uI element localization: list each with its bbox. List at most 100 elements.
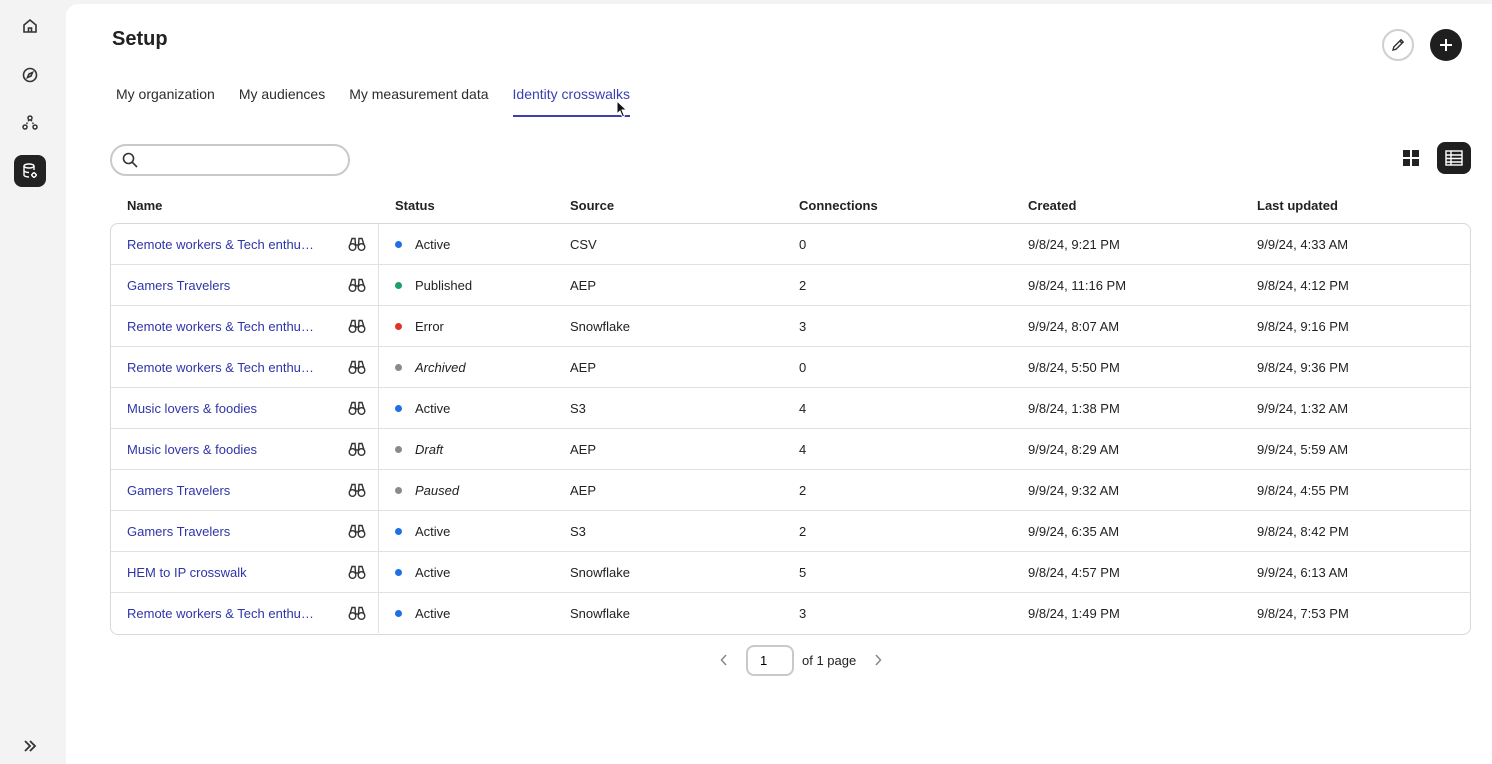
created-cell: 9/8/24, 11:16 PM bbox=[1028, 277, 1127, 293]
connections-cell: 3 bbox=[799, 605, 807, 621]
table-row[interactable]: Music lovers & foodies Active S3 4 9/8/24, 1… bbox=[111, 388, 1470, 429]
status-cell: Active bbox=[395, 224, 450, 264]
connections-cell: 4 bbox=[799, 441, 807, 457]
chevrons-right-icon[interactable] bbox=[14, 730, 46, 762]
binoculars-icon[interactable] bbox=[348, 277, 366, 293]
header-created[interactable]: Created bbox=[1028, 198, 1076, 213]
connections-cell: 0 bbox=[799, 236, 807, 252]
tab-identity-crosswalks[interactable]: Identity crosswalks bbox=[512, 86, 631, 117]
binoculars-icon[interactable] bbox=[348, 605, 366, 621]
updated-cell: 9/8/24, 8:42 PM bbox=[1257, 523, 1349, 539]
updated-cell: 9/9/24, 6:13 AM bbox=[1257, 564, 1349, 580]
crosswalk-name-link[interactable]: Remote workers & Tech enthus... bbox=[127, 360, 317, 375]
plus-icon bbox=[1440, 39, 1452, 51]
status-dot bbox=[395, 322, 402, 330]
binoculars-icon[interactable] bbox=[348, 523, 366, 539]
name-cell: Gamers Travelers bbox=[111, 265, 379, 305]
mouse-cursor-icon bbox=[616, 100, 628, 118]
pencil-icon bbox=[1392, 38, 1405, 51]
table-row[interactable]: HEM to IP crosswalk Active Snowflake 5 9/8/2… bbox=[111, 552, 1470, 593]
created-cell: 9/8/24, 5:50 PM bbox=[1028, 359, 1120, 375]
status-cell: Active bbox=[395, 388, 450, 428]
crosswalk-name-link[interactable]: Music lovers & foodies bbox=[127, 442, 257, 457]
crosswalk-name-link[interactable]: Remote workers & Tech enthus... bbox=[127, 319, 317, 334]
connections-cell: 3 bbox=[799, 318, 807, 334]
table-header: Name Status Source Connections Created L… bbox=[110, 198, 1471, 218]
connections-cell: 5 bbox=[799, 564, 807, 580]
status-cell: Published bbox=[395, 265, 472, 305]
table-view-button[interactable] bbox=[1437, 142, 1471, 174]
crosswalk-name-link[interactable]: HEM to IP crosswalk bbox=[127, 565, 247, 580]
tab-my-audiences[interactable]: My audiences bbox=[239, 86, 325, 116]
created-cell: 9/9/24, 8:07 AM bbox=[1028, 318, 1120, 334]
grid-icon bbox=[1403, 150, 1419, 166]
created-cell: 9/9/24, 8:29 AM bbox=[1028, 441, 1120, 457]
name-cell: Remote workers & Tech enthus... bbox=[111, 224, 379, 264]
created-cell: 9/9/24, 6:35 AM bbox=[1028, 523, 1120, 539]
home-icon[interactable] bbox=[14, 10, 46, 42]
status-label: Active bbox=[415, 400, 451, 416]
source-cell: AEP bbox=[570, 359, 597, 375]
binoculars-icon[interactable] bbox=[348, 400, 366, 416]
grid-view-button[interactable] bbox=[1395, 142, 1427, 174]
status-label: Draft bbox=[415, 441, 444, 457]
crosswalk-name-link[interactable]: Gamers Travelers bbox=[127, 278, 230, 293]
binoculars-icon[interactable] bbox=[348, 318, 366, 334]
status-dot bbox=[395, 281, 402, 289]
header-status[interactable]: Status bbox=[395, 198, 435, 213]
binoculars-icon[interactable] bbox=[348, 236, 366, 252]
updated-cell: 9/8/24, 9:16 PM bbox=[1257, 318, 1349, 334]
compass-icon[interactable] bbox=[14, 59, 46, 91]
prev-page-icon[interactable] bbox=[716, 652, 732, 668]
binoculars-icon[interactable] bbox=[348, 482, 366, 498]
binoculars-icon[interactable] bbox=[348, 441, 366, 457]
created-cell: 9/8/24, 1:49 PM bbox=[1028, 605, 1120, 621]
status-dot bbox=[395, 486, 402, 494]
source-cell: Snowflake bbox=[570, 605, 630, 621]
table-row[interactable]: Remote workers & Tech enthus... Active CSV… bbox=[111, 224, 1470, 265]
source-cell: CSV bbox=[570, 236, 597, 252]
binoculars-icon[interactable] bbox=[348, 359, 366, 375]
page-title: Setup bbox=[112, 28, 168, 50]
crosswalk-name-link[interactable]: Remote workers & Tech enthus... bbox=[127, 237, 317, 252]
nodes-icon[interactable] bbox=[14, 107, 46, 139]
table-row[interactable]: Remote workers & Tech enthus... Archived A… bbox=[111, 347, 1470, 388]
crosswalk-name-link[interactable]: Music lovers & foodies bbox=[127, 401, 257, 416]
header-source[interactable]: Source bbox=[570, 198, 614, 213]
database-settings-icon[interactable] bbox=[14, 155, 46, 187]
name-cell: HEM to IP crosswalk bbox=[111, 552, 379, 592]
next-page-icon[interactable] bbox=[870, 652, 886, 668]
table-row[interactable]: Remote workers & Tech enthus... Active Sno… bbox=[111, 593, 1470, 634]
status-label: Active bbox=[415, 564, 451, 580]
name-cell: Remote workers & Tech enthus... bbox=[111, 593, 379, 633]
updated-cell: 9/9/24, 5:59 AM bbox=[1257, 441, 1349, 457]
search-input[interactable] bbox=[146, 152, 336, 168]
tab-my-measurement-data[interactable]: My measurement data bbox=[349, 86, 488, 116]
name-cell: Remote workers & Tech enthus... bbox=[111, 306, 379, 346]
table-row[interactable]: Music lovers & foodies Draft AEP 4 9/9/24, 8… bbox=[111, 429, 1470, 470]
crosswalk-name-link[interactable]: Gamers Travelers bbox=[127, 524, 230, 539]
header-connections[interactable]: Connections bbox=[799, 198, 878, 213]
table-row[interactable]: Gamers Travelers Paused AEP 2 9/9/24, 9:32 A… bbox=[111, 470, 1470, 511]
edit-button[interactable] bbox=[1382, 29, 1414, 61]
status-cell: Active bbox=[395, 511, 450, 551]
updated-cell: 9/8/24, 4:55 PM bbox=[1257, 482, 1349, 498]
page-number-input[interactable] bbox=[746, 644, 794, 676]
crosswalk-name-link[interactable]: Gamers Travelers bbox=[127, 483, 230, 498]
connections-cell: 4 bbox=[799, 400, 807, 416]
source-cell: S3 bbox=[570, 400, 586, 416]
updated-cell: 9/8/24, 9:36 PM bbox=[1257, 359, 1349, 375]
main-panel: Setup My organization My audiences My me… bbox=[66, 4, 1492, 764]
table-row[interactable]: Gamers Travelers Published AEP 2 9/8/24, 11:… bbox=[111, 265, 1470, 306]
add-button[interactable] bbox=[1430, 29, 1462, 61]
binoculars-icon[interactable] bbox=[348, 564, 366, 580]
tab-my-organization[interactable]: My organization bbox=[116, 86, 215, 116]
table-row[interactable]: Remote workers & Tech enthus... Error Snow… bbox=[111, 306, 1470, 347]
status-cell: Draft bbox=[395, 429, 443, 469]
header-name[interactable]: Name bbox=[127, 198, 162, 213]
table-row[interactable]: Gamers Travelers Active S3 2 9/9/24, 6:35 AM… bbox=[111, 511, 1470, 552]
status-dot bbox=[395, 445, 402, 453]
created-cell: 9/8/24, 4:57 PM bbox=[1028, 564, 1120, 580]
header-last-updated[interactable]: Last updated bbox=[1257, 198, 1338, 213]
crosswalk-name-link[interactable]: Remote workers & Tech enthus... bbox=[127, 606, 317, 621]
